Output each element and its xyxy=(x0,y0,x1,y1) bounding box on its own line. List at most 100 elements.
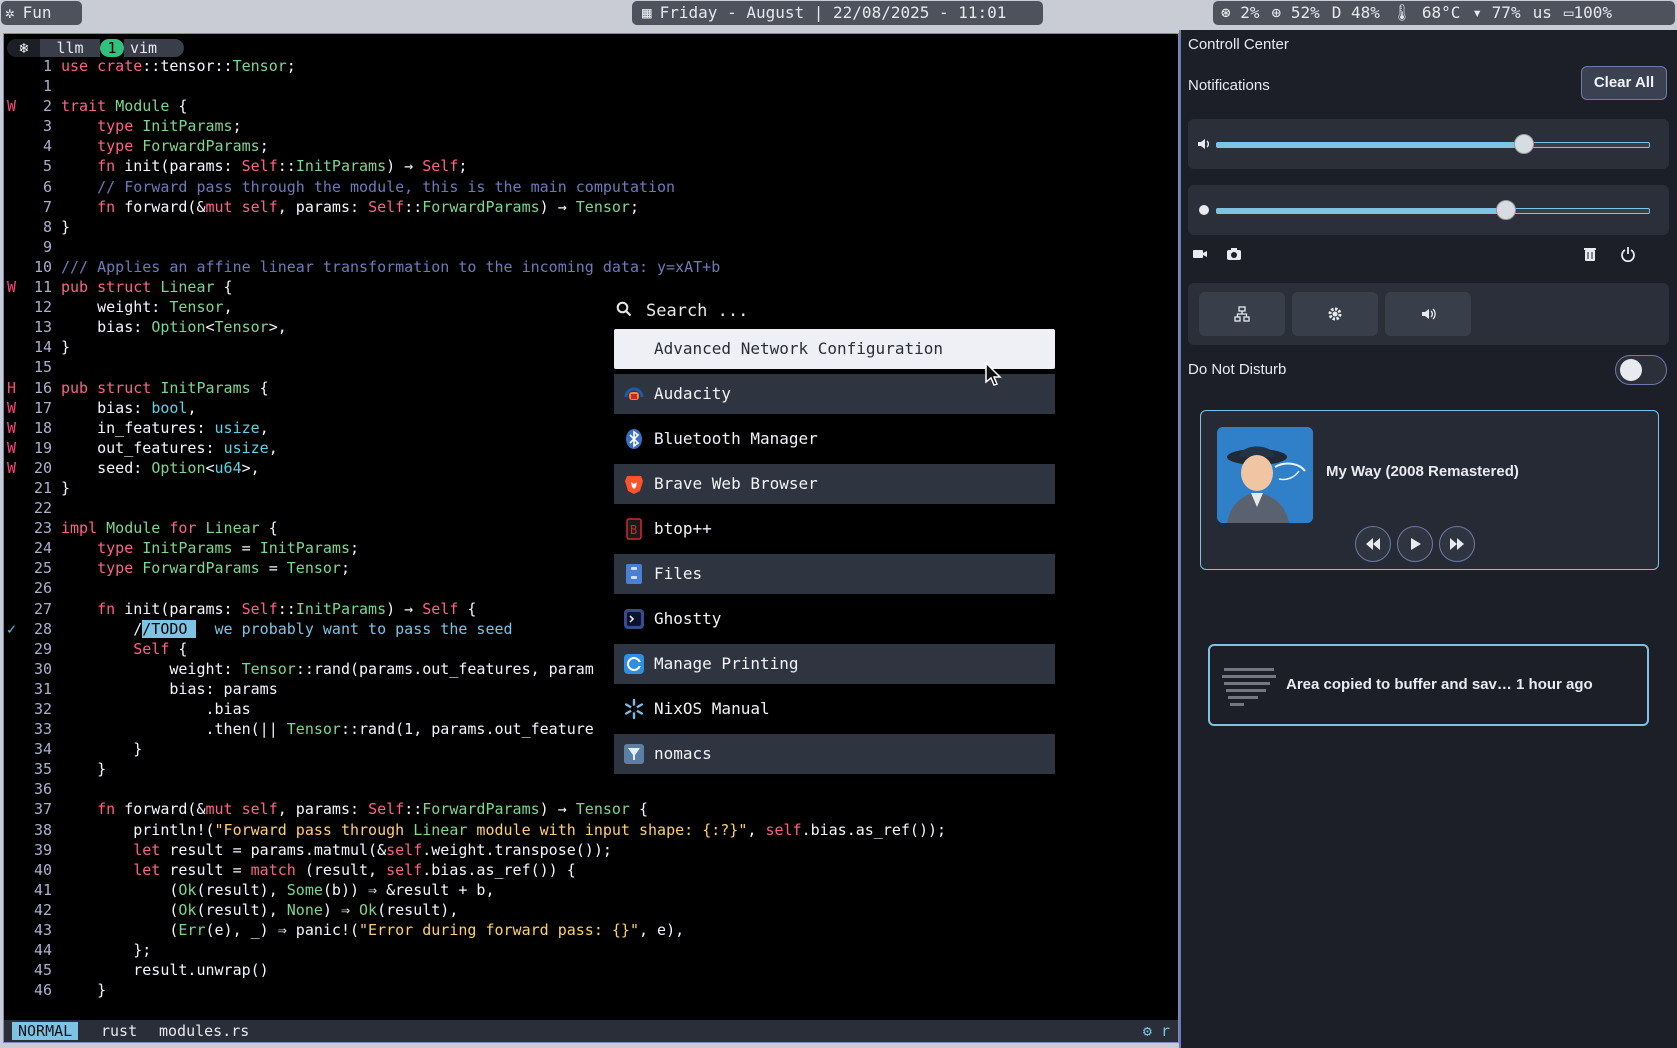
code-line[interactable]: 1 use crate::tensor::Tensor; xyxy=(4,56,1178,76)
line-number: 34 xyxy=(33,740,52,759)
speaker-icon xyxy=(1422,308,1436,320)
app-item-ghostty[interactable]: Ghostty xyxy=(614,599,1055,639)
code-line[interactable]: 42 (Ok(result), None) ⇒ Ok(result), xyxy=(4,900,1178,920)
line-number: 21 xyxy=(33,478,52,497)
line-number: 5 xyxy=(42,157,52,176)
mouse-pointer-icon xyxy=(985,362,1002,386)
control-center-title: Controll Center xyxy=(1188,36,1289,53)
brightness-slider-knob[interactable] xyxy=(1496,200,1517,220)
wifi-value: 77% xyxy=(1491,3,1521,22)
previous-track-button[interactable] xyxy=(1355,526,1391,562)
code-text: Self { xyxy=(133,639,188,658)
clear-all-button[interactable]: Clear All xyxy=(1581,66,1667,100)
code-text: } xyxy=(61,217,71,236)
code-text: } xyxy=(61,760,107,779)
network-button[interactable] xyxy=(1199,292,1285,336)
code-text: .bias xyxy=(61,700,251,718)
code-line[interactable]: 4 type ForwardParams; xyxy=(4,136,1178,156)
keyboard-layout[interactable]: us xyxy=(1533,1,1552,25)
code-line[interactable]: 46 } xyxy=(4,980,1178,1000)
session-llm[interactable]: llm xyxy=(40,39,100,57)
brightness-slider-fill xyxy=(1217,209,1507,213)
code-line[interactable]: 38 println!("Forward pass through Linear… xyxy=(4,820,1178,840)
brightness-icon xyxy=(1199,205,1209,215)
code-text: use crate::tensor::Tensor; xyxy=(61,57,296,75)
code-text: println!("Forward pass through Linear mo… xyxy=(61,820,947,839)
code-line[interactable]: 45 result.unwrap() xyxy=(4,960,1178,980)
code-line[interactable]: 7 fn forward(&mut self, params: Self::Fo… xyxy=(4,197,1178,217)
app-label: Ghostty xyxy=(654,609,722,628)
files-icon xyxy=(626,564,642,584)
code-line[interactable]: 41 (Ok(result), Some(b)) ⇒ &result + b, xyxy=(4,880,1178,900)
code-line[interactable]: 8} xyxy=(4,217,1178,237)
app-item-files[interactable]: Files xyxy=(614,554,1055,594)
media-player-card: My Way (2008 Remastered) xyxy=(1200,410,1659,570)
clock-pill[interactable]: ▦ Friday - August | 22/08/2025 - 11:01 xyxy=(632,1,1043,25)
code-text: weight: Tensor, xyxy=(61,298,233,317)
next-track-button[interactable] xyxy=(1439,526,1475,562)
code-text: // Forward pass through the module, this… xyxy=(61,177,676,196)
top-bar: ✲ Fun ▦ Friday - August | 22/08/2025 - 11:… xyxy=(0,0,1677,28)
code-line[interactable]: 9 xyxy=(4,237,1178,257)
notification-toast[interactable]: Area copied to buffer and sav… 1 hour ag… xyxy=(1208,644,1649,726)
line-number: 1 xyxy=(42,77,52,96)
settings-gear-icon xyxy=(1328,307,1342,321)
line-number: 35 xyxy=(33,760,52,779)
code-line[interactable]: 36 xyxy=(4,779,1178,799)
line-number: 1 xyxy=(42,57,52,75)
code-line[interactable]: 6 // Forward pass through the module, th… xyxy=(4,177,1178,197)
system-stats-pill[interactable]: ⊛ 2% ⊕ 52% D 48% 🌡 68°C ▾ 77% us ▭100% xyxy=(1213,1,1675,25)
app-item-manage-printing[interactable]: Manage Printing xyxy=(614,644,1055,684)
code-text: let result = params.matmul(&self.weight.… xyxy=(133,840,612,859)
app-item-btop[interactable]: B btop++ xyxy=(614,509,1055,549)
window-vim[interactable]: vim xyxy=(124,39,184,57)
code-line[interactable]: 10 /// Applies an affine linear transform… xyxy=(4,257,1178,277)
launcher-search-input[interactable] xyxy=(644,296,1048,326)
svg-text:B: B xyxy=(630,523,637,537)
do-not-disturb-toggle[interactable] xyxy=(1615,355,1667,385)
app-item-nomacs[interactable]: nomacs xyxy=(614,734,1055,774)
line-number: 7 xyxy=(42,197,52,216)
trash-icon[interactable] xyxy=(1582,246,1598,262)
code-line[interactable]: 3 type InitParams; xyxy=(4,116,1178,136)
app-item-nixos-manual[interactable]: NixOS Manual xyxy=(614,689,1055,729)
audio-button[interactable] xyxy=(1385,292,1471,336)
power-icon[interactable] xyxy=(1620,246,1636,262)
code-text: fn init(params: Self::InitParams) → Self… xyxy=(97,599,477,618)
settings-button[interactable] xyxy=(1292,292,1378,336)
line-number: 3 xyxy=(42,117,52,136)
code-line[interactable]: 43 (Err(e), _) ⇒ panic!("Error during fo… xyxy=(4,920,1178,940)
line-number: 17 xyxy=(33,398,52,417)
control-center: Controll Center Notifications Clear All xyxy=(1179,30,1677,1048)
code-line[interactable]: 40 let result = match (result, self.bias… xyxy=(4,860,1178,880)
app-item-bluetooth-manager[interactable]: Bluetooth Manager xyxy=(614,419,1055,459)
volume-icon xyxy=(1198,139,1209,149)
play-button[interactable] xyxy=(1397,526,1433,562)
screen-record-icon[interactable] xyxy=(1192,246,1208,262)
nixos-icon xyxy=(625,698,643,720)
code-line[interactable]: 37 fn forward(&mut self, params: Self::F… xyxy=(4,799,1178,819)
code-line[interactable]: 5 fn init(params: Self::InitParams) → Se… xyxy=(4,156,1178,176)
line-number: 32 xyxy=(33,700,52,718)
line-number: 16 xyxy=(33,378,52,397)
code-line[interactable]: 44 }; xyxy=(4,940,1178,960)
printing-icon xyxy=(624,654,644,674)
volume-slider-knob[interactable] xyxy=(1513,134,1534,154)
code-line[interactable]: W 2 trait Module { xyxy=(4,96,1178,116)
app-item-brave-web-browser[interactable]: Brave Web Browser xyxy=(614,464,1055,504)
workspace-pill[interactable]: ✲ Fun xyxy=(1,1,82,25)
track-title: My Way (2008 Remastered) xyxy=(1326,463,1519,480)
wifi-icon: ▾ xyxy=(1472,3,1483,22)
code-text: }; xyxy=(61,941,152,960)
brightness-slider[interactable] xyxy=(1216,200,1650,220)
app-label: Brave Web Browser xyxy=(654,474,818,493)
screenshot-icon[interactable] xyxy=(1226,246,1242,262)
code-line[interactable]: 39 let result = params.matmul(&self.weig… xyxy=(4,840,1178,860)
code-line[interactable]: 1 xyxy=(4,76,1178,96)
line-number: 22 xyxy=(33,499,52,518)
tabline: ❄ llm 1 vim xyxy=(4,36,1178,57)
code-text: fn init(params: Self::InitParams) → Self… xyxy=(97,157,468,176)
volume-slider[interactable] xyxy=(1216,134,1650,154)
app-label: Manage Printing xyxy=(654,654,799,673)
app-label: Bluetooth Manager xyxy=(654,429,818,448)
